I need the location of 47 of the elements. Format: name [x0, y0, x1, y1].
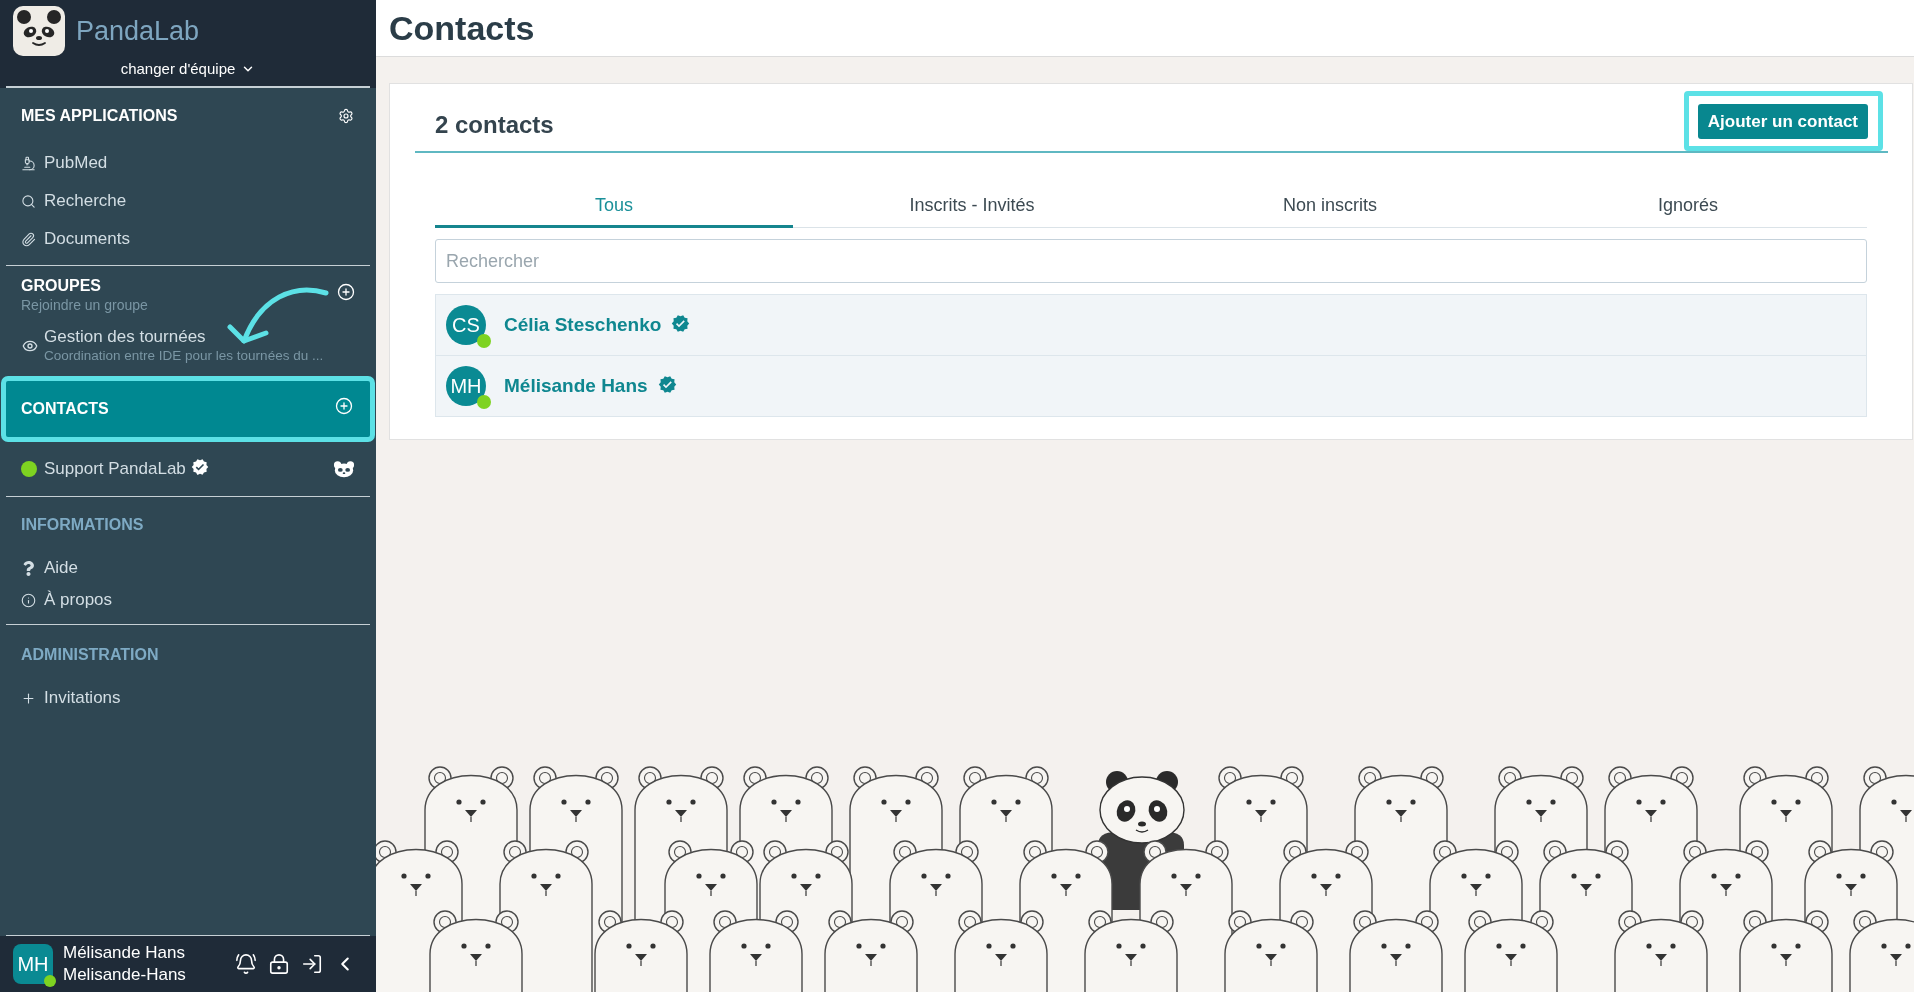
- user-name: Mélisande Hans: [63, 942, 186, 964]
- search-icon: [21, 193, 36, 209]
- sidebar-link[interactable]: Documents: [0, 220, 376, 258]
- sidebar-link[interactable]: À propos: [0, 584, 376, 616]
- tab[interactable]: Tous: [435, 186, 793, 228]
- contact-row[interactable]: MH Mélisande Hans: [435, 355, 1867, 417]
- panda-face-icon: [333, 460, 355, 478]
- section-header[interactable]: CONTACTS: [1, 376, 375, 442]
- sidebar-link[interactable]: Aide: [0, 552, 376, 584]
- tab[interactable]: Inscrits - Invités: [793, 186, 1151, 228]
- bell-icon[interactable]: [235, 953, 257, 975]
- contacts-count: 2 contacts: [435, 110, 554, 140]
- add-contact-button[interactable]: Ajouter un contact: [1697, 104, 1868, 139]
- sidebar-link[interactable]: Recherche: [0, 182, 376, 220]
- lock-icon[interactable]: [268, 953, 290, 975]
- panda-logo: [13, 6, 65, 56]
- search-field[interactable]: Rechercher: [435, 239, 1867, 283]
- contact-avatar: MH: [446, 366, 486, 406]
- section-header[interactable]: INFORMATIONS: [0, 505, 376, 545]
- sidebar-link[interactable]: Invitations: [0, 682, 376, 714]
- settings-icon[interactable]: [338, 108, 354, 124]
- question-mark-icon: [21, 560, 36, 576]
- team-switcher[interactable]: changer d'équipe: [120, 57, 256, 81]
- plus-icon: [21, 690, 36, 706]
- add-circle-icon[interactable]: [337, 283, 355, 301]
- contact-link[interactable]: Support PandaLab: [44, 456, 186, 482]
- section-header[interactable]: GROUPES: [0, 276, 148, 296]
- page-title: Contacts: [389, 7, 535, 49]
- tab[interactable]: Non inscrits: [1151, 186, 1509, 228]
- add-circle-icon[interactable]: [335, 397, 353, 415]
- sidebar-link[interactable]: PubMed: [0, 144, 376, 182]
- tab[interactable]: Ignorés: [1509, 186, 1867, 228]
- contact-name[interactable]: Mélisande Hans: [504, 371, 648, 401]
- user-avatar[interactable]: MH: [13, 944, 53, 984]
- paperclip-icon: [21, 231, 36, 247]
- contact-row[interactable]: CS Célia Steschenko: [435, 294, 1867, 356]
- brand-name: PandaLab: [76, 14, 200, 48]
- section-header[interactable]: ADMINISTRATION: [0, 635, 376, 675]
- user-handle: Melisande-Hans: [63, 964, 186, 986]
- section-header[interactable]: MES APPLICATIONS: [0, 88, 376, 144]
- contact-avatar: CS: [446, 305, 486, 345]
- sign-in-icon[interactable]: [301, 953, 323, 975]
- contact-name[interactable]: Célia Steschenko: [504, 310, 662, 340]
- microscope-icon: [21, 155, 36, 171]
- group-link[interactable]: Gestion des tournées: [44, 327, 206, 347]
- group-description: Coordination entre IDE pour les tournées du ...: [44, 347, 324, 364]
- info-icon: [21, 592, 36, 608]
